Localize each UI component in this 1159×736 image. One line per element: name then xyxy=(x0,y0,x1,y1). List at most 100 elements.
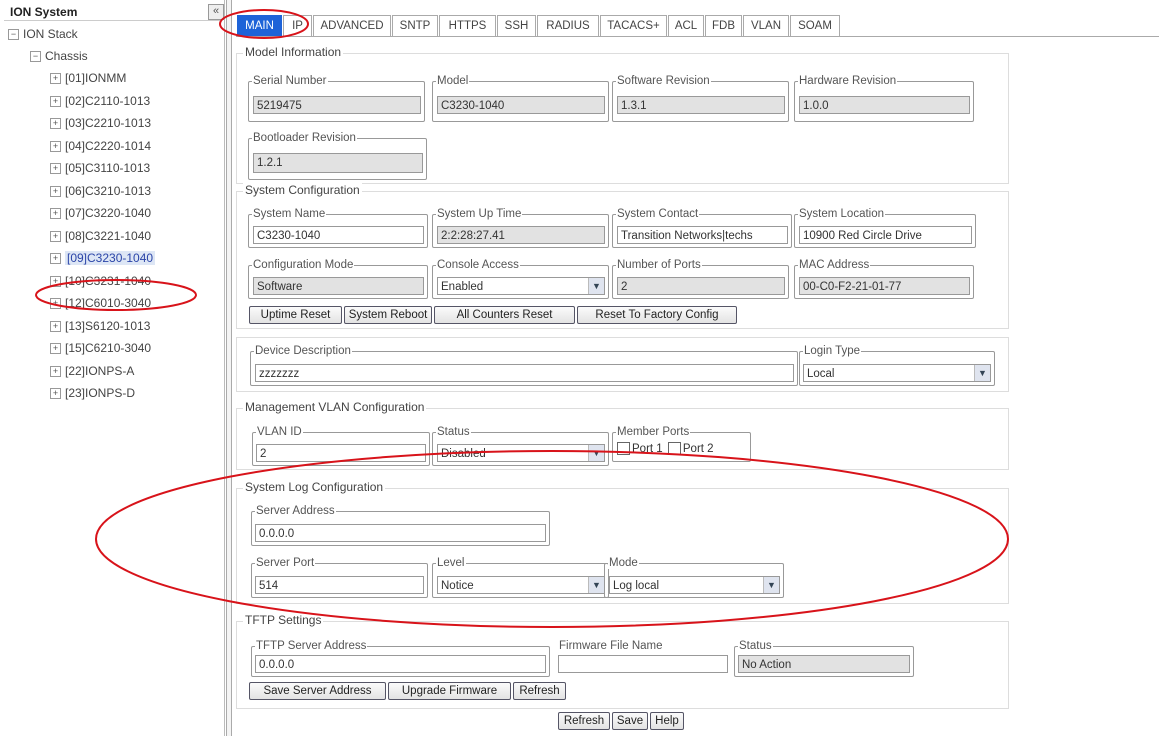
system-location-label: System Location xyxy=(798,208,886,220)
system-contact-input[interactable]: Transition Networks|techs xyxy=(617,226,788,244)
dropdown-arrow-icon[interactable]: ▼ xyxy=(588,577,604,593)
plus-icon[interactable]: + xyxy=(50,388,61,400)
tree-root[interactable]: − ION Stack xyxy=(8,25,78,43)
system-name-input[interactable]: C3230-1040 xyxy=(253,226,424,244)
reset-to-factory-config-button[interactable]: Reset To Factory Config xyxy=(577,306,737,324)
plus-icon[interactable]: + xyxy=(50,118,61,130)
tftp-status-group: Status No Action xyxy=(734,640,914,677)
port-1-checkbox[interactable] xyxy=(617,442,630,456)
panel-splitter[interactable] xyxy=(226,0,232,736)
all-counters-reset-button[interactable]: All Counters Reset xyxy=(434,306,575,324)
save-button[interactable]: Save xyxy=(612,712,648,730)
plus-icon[interactable]: + xyxy=(50,253,61,265)
tftp-refresh-button[interactable]: Refresh xyxy=(513,682,566,700)
tree-chassis-label: Chassis xyxy=(45,49,88,63)
port-2-checkbox[interactable] xyxy=(667,442,681,456)
tab-advanced[interactable]: ADVANCED xyxy=(313,15,391,36)
tree-item-device[interactable]: + [06]C3210-1013 xyxy=(50,182,151,200)
tftp-server-address-input[interactable]: 0.0.0.0 xyxy=(255,655,546,673)
plus-icon[interactable]: + xyxy=(50,163,61,175)
tree-item-device[interactable]: + [01]IONMM xyxy=(50,69,126,87)
help-button[interactable]: Help xyxy=(650,712,684,730)
console-access-select[interactable]: Enabled ▼ xyxy=(437,277,605,295)
server-port-input[interactable]: 514 xyxy=(255,576,424,594)
tree-item-label: [01]IONMM xyxy=(65,71,127,85)
login-type-label: Login Type xyxy=(803,345,862,357)
dropdown-arrow-icon[interactable]: ▼ xyxy=(588,278,604,294)
device-description-input[interactable]: zzzzzzz xyxy=(255,364,794,382)
plus-icon[interactable]: + xyxy=(50,140,61,152)
server-address-group: Server Address 0.0.0.0 xyxy=(251,505,550,546)
collapse-panel-icon[interactable]: « xyxy=(208,4,224,20)
model-group: Model C3230-1040 xyxy=(432,75,609,122)
device-description-label: Device Description xyxy=(254,345,352,357)
tree-item-device[interactable]: + [08]C3221-1040 xyxy=(50,227,151,245)
tab-acl[interactable]: ACL xyxy=(668,15,704,36)
tree-item-device[interactable]: + [03]C2210-1013 xyxy=(50,114,151,132)
plus-icon[interactable]: + xyxy=(50,95,61,107)
plus-icon[interactable]: + xyxy=(50,73,61,85)
tab-sntp[interactable]: SNTP xyxy=(392,15,438,36)
plus-icon[interactable]: + xyxy=(50,298,61,310)
tree-chassis[interactable]: − Chassis xyxy=(30,47,88,65)
minus-icon[interactable]: − xyxy=(8,29,19,41)
log-level-select[interactable]: Notice ▼ xyxy=(437,576,605,594)
tab-radius[interactable]: RADIUS xyxy=(537,15,599,36)
tree-item-device[interactable]: + [09]C3230-1040 xyxy=(50,249,156,267)
tree-item-device[interactable]: + [22]IONPS-A xyxy=(50,362,134,380)
member-ports-group: Member Ports Port 1 Port 2 xyxy=(612,426,751,462)
system-reboot-button[interactable]: System Reboot xyxy=(344,306,432,324)
vlan-id-group: VLAN ID 2 xyxy=(252,426,430,466)
system-location-input[interactable]: 10900 Red Circle Drive xyxy=(799,226,972,244)
plus-icon[interactable]: + xyxy=(50,230,61,242)
tree-item-device[interactable]: + [15]C6210-3040 xyxy=(50,339,151,357)
save-server-address-button[interactable]: Save Server Address xyxy=(249,682,386,700)
tab-ssh[interactable]: SSH xyxy=(497,15,536,36)
upgrade-firmware-button[interactable]: Upgrade Firmware xyxy=(388,682,511,700)
tree-item-label: [10]C3231-1040 xyxy=(65,273,152,288)
login-type-select[interactable]: Local ▼ xyxy=(803,364,991,382)
server-address-input[interactable]: 0.0.0.0 xyxy=(255,524,546,542)
dropdown-arrow-icon[interactable]: ▼ xyxy=(588,445,604,461)
bootloader-revision-label: Bootloader Revision xyxy=(252,132,357,144)
tree-item-device[interactable]: + [04]C2220-1014 xyxy=(50,137,151,155)
tree-item-device[interactable]: + [02]C2110-1013 xyxy=(50,92,150,110)
console-access-value: Enabled xyxy=(441,281,484,293)
plus-icon[interactable]: + xyxy=(50,208,61,220)
tab-main[interactable]: MAIN xyxy=(237,15,282,36)
hardware-revision-label: Hardware Revision xyxy=(798,75,898,87)
tree-item-device[interactable]: + [13]S6120-1013 xyxy=(50,317,150,335)
tree-item-device[interactable]: + [23]IONPS-D xyxy=(50,384,135,402)
plus-icon[interactable]: + xyxy=(50,365,61,377)
vlan-status-select[interactable]: Disabled ▼ xyxy=(437,444,605,462)
minus-icon[interactable]: − xyxy=(30,51,41,63)
tree-item-device[interactable]: + [12]C6010-3040 xyxy=(50,294,151,312)
tab-soam[interactable]: SOAM xyxy=(790,15,840,36)
tab-https[interactable]: HTTPS xyxy=(439,15,496,36)
tree-item-device[interactable]: + [05]C3110-1013 xyxy=(50,159,150,177)
firmware-file-name-input[interactable] xyxy=(558,655,728,673)
refresh-button[interactable]: Refresh xyxy=(558,712,610,730)
number-of-ports-label: Number of Ports xyxy=(616,259,702,271)
log-mode-select[interactable]: Log local ▼ xyxy=(609,576,780,594)
tree-item-device[interactable]: + [07]C3220-1040 xyxy=(50,204,151,222)
dropdown-arrow-icon[interactable]: ▼ xyxy=(763,577,779,593)
uptime-reset-button[interactable]: Uptime Reset xyxy=(249,306,342,324)
tree-item-label: [07]C3220-1040 xyxy=(65,206,152,220)
dropdown-arrow-icon[interactable]: ▼ xyxy=(974,365,990,381)
vlan-status-label: Status xyxy=(436,426,471,438)
mac-address-field: 00-C0-F2-21-01-77 xyxy=(799,277,970,295)
vlan-id-input[interactable]: 2 xyxy=(256,444,426,462)
system-name-group: System Name C3230-1040 xyxy=(248,208,428,248)
tab-tacacs[interactable]: TACACS+ xyxy=(600,15,667,36)
plus-icon[interactable]: + xyxy=(50,343,61,355)
tab-ip[interactable]: IP xyxy=(283,15,312,36)
tab-fdb[interactable]: FDB xyxy=(705,15,742,36)
tree-root-label: ION Stack xyxy=(23,27,78,41)
tree-item-device[interactable]: + [10]C3231-1040 xyxy=(50,272,151,290)
plus-icon[interactable]: + xyxy=(50,320,61,332)
plus-icon[interactable]: + xyxy=(50,185,61,197)
log-mode-value: Log local xyxy=(613,580,660,592)
plus-icon[interactable]: + xyxy=(50,275,61,287)
tab-vlan[interactable]: VLAN xyxy=(743,15,789,36)
